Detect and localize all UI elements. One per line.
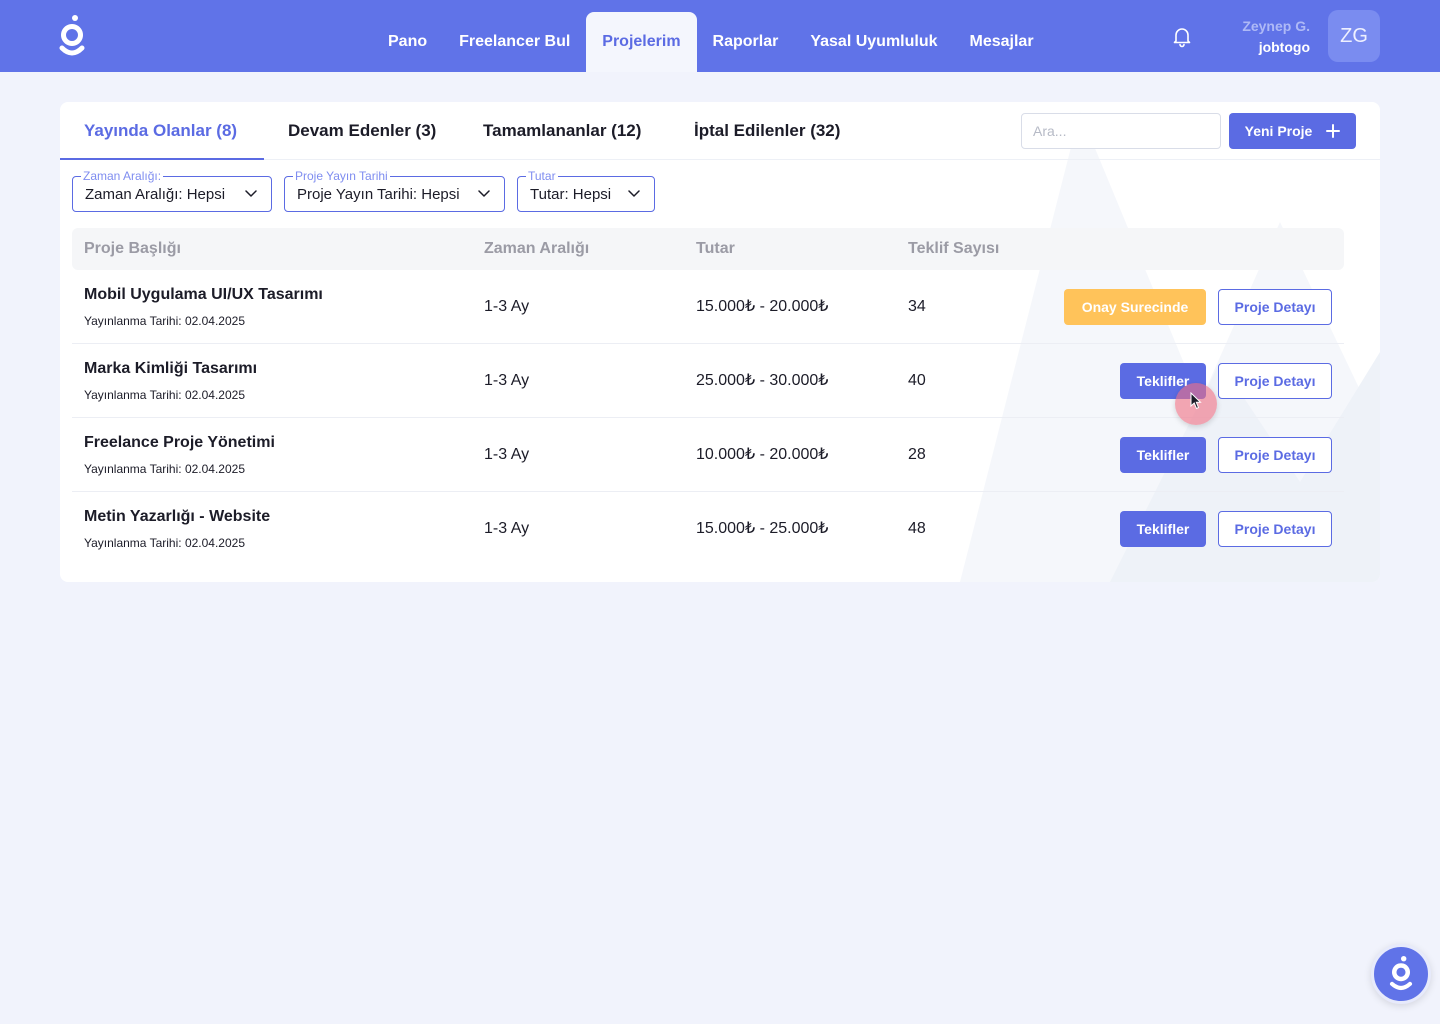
tab-yayinda-olanlar[interactable]: Yayında Olanlar (8) — [84, 102, 237, 160]
column-header-proje-basligi[interactable]: Proje Başlığı — [84, 228, 181, 270]
filter-value: Tutar: Hepsi — [530, 185, 612, 203]
project-detail-button[interactable]: Proje Detayı — [1218, 437, 1332, 473]
filter-legend: Proje Yayın Tarihi — [293, 168, 390, 184]
table-row: Metin Yazarlığı - Website Yayınlanma Tar… — [72, 492, 1344, 566]
project-date: Yayınlanma Tarihi: 02.04.2025 — [84, 536, 245, 550]
main-nav: Pano Freelancer Bul Projelerim Raporlar … — [372, 12, 1050, 72]
table-row: Mobil Uygulama UI/UX Tasarımı Yayınlanma… — [72, 270, 1344, 344]
project-detail-button[interactable]: Proje Detayı — [1218, 511, 1332, 547]
project-date: Yayınlanma Tarihi: 02.04.2025 — [84, 314, 245, 328]
column-header-teklif-sayisi[interactable]: Teklif Sayısı — [908, 228, 999, 270]
filter-value: Zaman Aralığı: Hepsi — [85, 185, 226, 203]
bell-icon[interactable] — [1170, 24, 1194, 48]
project-amount: 15.000₺ - 20.000₺ — [696, 298, 829, 315]
table-row: Freelance Proje Yönetimi Yayınlanma Tari… — [72, 418, 1344, 492]
search-input[interactable] — [1021, 113, 1221, 149]
project-title: Metin Yazarlığı - Website — [84, 508, 271, 525]
chevron-down-icon — [628, 190, 640, 197]
filter-zaman-araligi[interactable]: Zaman Aralığı: Zaman Aralığı: Hepsi — [72, 168, 272, 212]
user-org: jobtogo — [1258, 39, 1310, 55]
nav-item-pano[interactable]: Pano — [372, 12, 443, 72]
project-range: 1-3 Ay — [484, 446, 530, 463]
project-date: Yayınlanma Tarihi: 02.04.2025 — [84, 388, 245, 402]
help-chat-button[interactable] — [1371, 944, 1431, 1004]
chevron-down-icon — [478, 190, 490, 197]
project-range: 1-3 Ay — [484, 298, 530, 315]
new-project-button[interactable]: Yeni Proje — [1229, 113, 1356, 149]
approval-status-button[interactable]: Onay Surecinde — [1064, 289, 1206, 325]
nav-item-yasal-uyumluluk[interactable]: Yasal Uyumluluk — [794, 12, 953, 72]
active-tab-indicator — [60, 158, 264, 160]
filter-tutar[interactable]: Tutar Tutar: Hepsi — [517, 168, 655, 212]
project-date: Yayınlanma Tarihi: 02.04.2025 — [84, 462, 245, 476]
status-tabs: Yayında Olanlar (8) Devam Edenler (3) Ta… — [60, 102, 1380, 160]
jobtogo-help-icon — [1389, 956, 1413, 990]
filter-legend: Tutar — [526, 168, 558, 184]
chevron-down-icon — [245, 190, 257, 197]
projects-card: Yayında Olanlar (8) Devam Edenler (3) Ta… — [60, 102, 1380, 582]
project-offers-count: 34 — [908, 298, 926, 315]
filter-legend: Zaman Aralığı: — [81, 168, 164, 184]
nav-item-projelerim[interactable]: Projelerim — [586, 12, 697, 72]
tab-iptal-edilenler[interactable]: İptal Edilenler (32) — [694, 102, 840, 160]
avatar[interactable]: ZG — [1328, 10, 1380, 62]
project-title: Marka Kimliği Tasarımı — [84, 360, 258, 377]
project-title: Freelance Proje Yönetimi — [84, 434, 275, 451]
plus-icon — [1326, 124, 1341, 138]
project-detail-button[interactable]: Proje Detayı — [1218, 363, 1332, 399]
offers-button[interactable]: Teklifler — [1120, 511, 1206, 547]
offers-button[interactable]: Teklifler — [1120, 437, 1206, 473]
project-range: 1-3 Ay — [484, 520, 530, 537]
new-project-label: Yeni Proje — [1244, 123, 1313, 139]
tab-devam-edenler[interactable]: Devam Edenler (3) — [288, 102, 436, 160]
project-offers-count: 28 — [908, 446, 926, 463]
project-amount: 10.000₺ - 20.000₺ — [696, 446, 829, 463]
mouse-pointer-icon — [1190, 392, 1202, 410]
filter-proje-yayin-tarihi[interactable]: Proje Yayın Tarihi Proje Yayın Tarihi: H… — [284, 168, 505, 212]
project-title: Mobil Uygulama UI/UX Tasarımı — [84, 286, 323, 303]
nav-item-raporlar[interactable]: Raporlar — [697, 12, 795, 72]
tab-tamamlananlar[interactable]: Tamamlananlar (12) — [483, 102, 641, 160]
table-header: Proje Başlığı Zaman Aralığı Tutar Teklif… — [72, 228, 1344, 270]
column-header-zaman-araligi[interactable]: Zaman Aralığı — [484, 228, 589, 270]
project-range: 1-3 Ay — [484, 372, 530, 389]
project-offers-count: 40 — [908, 372, 926, 389]
project-detail-button[interactable]: Proje Detayı — [1218, 289, 1332, 325]
table-row: Marka Kimliği Tasarımı Yayınlanma Tarihi… — [72, 344, 1344, 418]
project-amount: 15.000₺ - 25.000₺ — [696, 520, 829, 537]
project-amount: 25.000₺ - 30.000₺ — [696, 372, 829, 389]
user-name: Zeynep G. — [1242, 18, 1310, 34]
nav-item-freelancer-bul[interactable]: Freelancer Bul — [443, 12, 586, 72]
user-info: Zeynep G. jobtogo — [1242, 16, 1310, 58]
nav-item-mesajlar[interactable]: Mesajlar — [954, 12, 1050, 72]
jobtogo-logo-icon[interactable] — [58, 14, 86, 58]
filter-value: Proje Yayın Tarihi: Hepsi — [297, 185, 460, 203]
top-navigation-bar: Pano Freelancer Bul Projelerim Raporlar … — [0, 0, 1440, 72]
project-offers-count: 48 — [908, 520, 926, 537]
column-header-tutar[interactable]: Tutar — [696, 228, 735, 270]
